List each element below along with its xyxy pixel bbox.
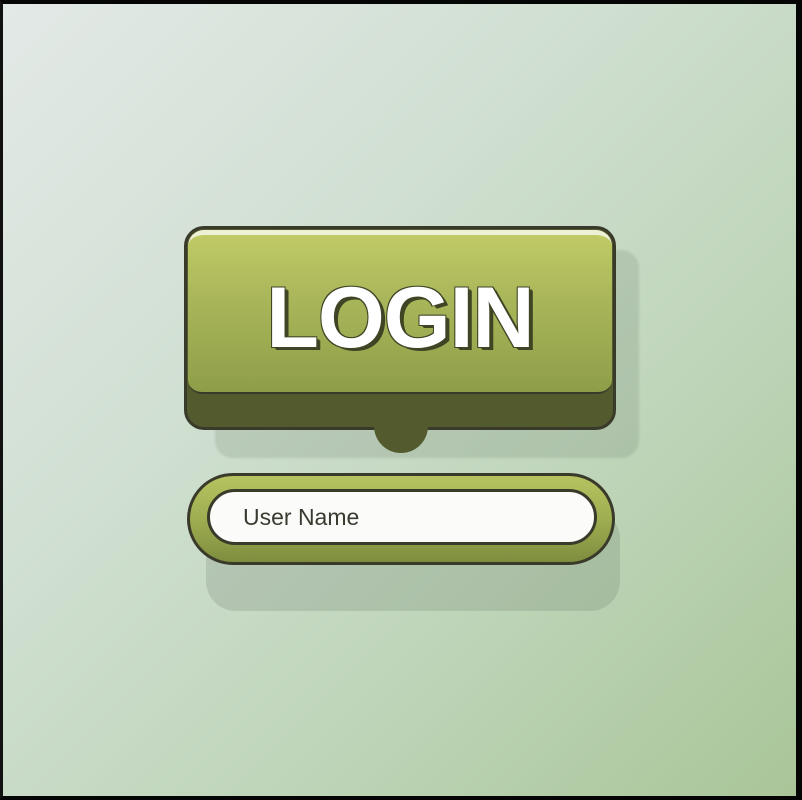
login-button-face[interactable]: LOGIN bbox=[188, 230, 612, 394]
login-screen: LOGIN bbox=[0, 0, 802, 800]
username-input[interactable] bbox=[207, 489, 597, 545]
login-button-label: LOGIN bbox=[266, 270, 534, 366]
username-field-frame bbox=[187, 473, 615, 565]
login-button[interactable]: LOGIN bbox=[184, 226, 616, 453]
